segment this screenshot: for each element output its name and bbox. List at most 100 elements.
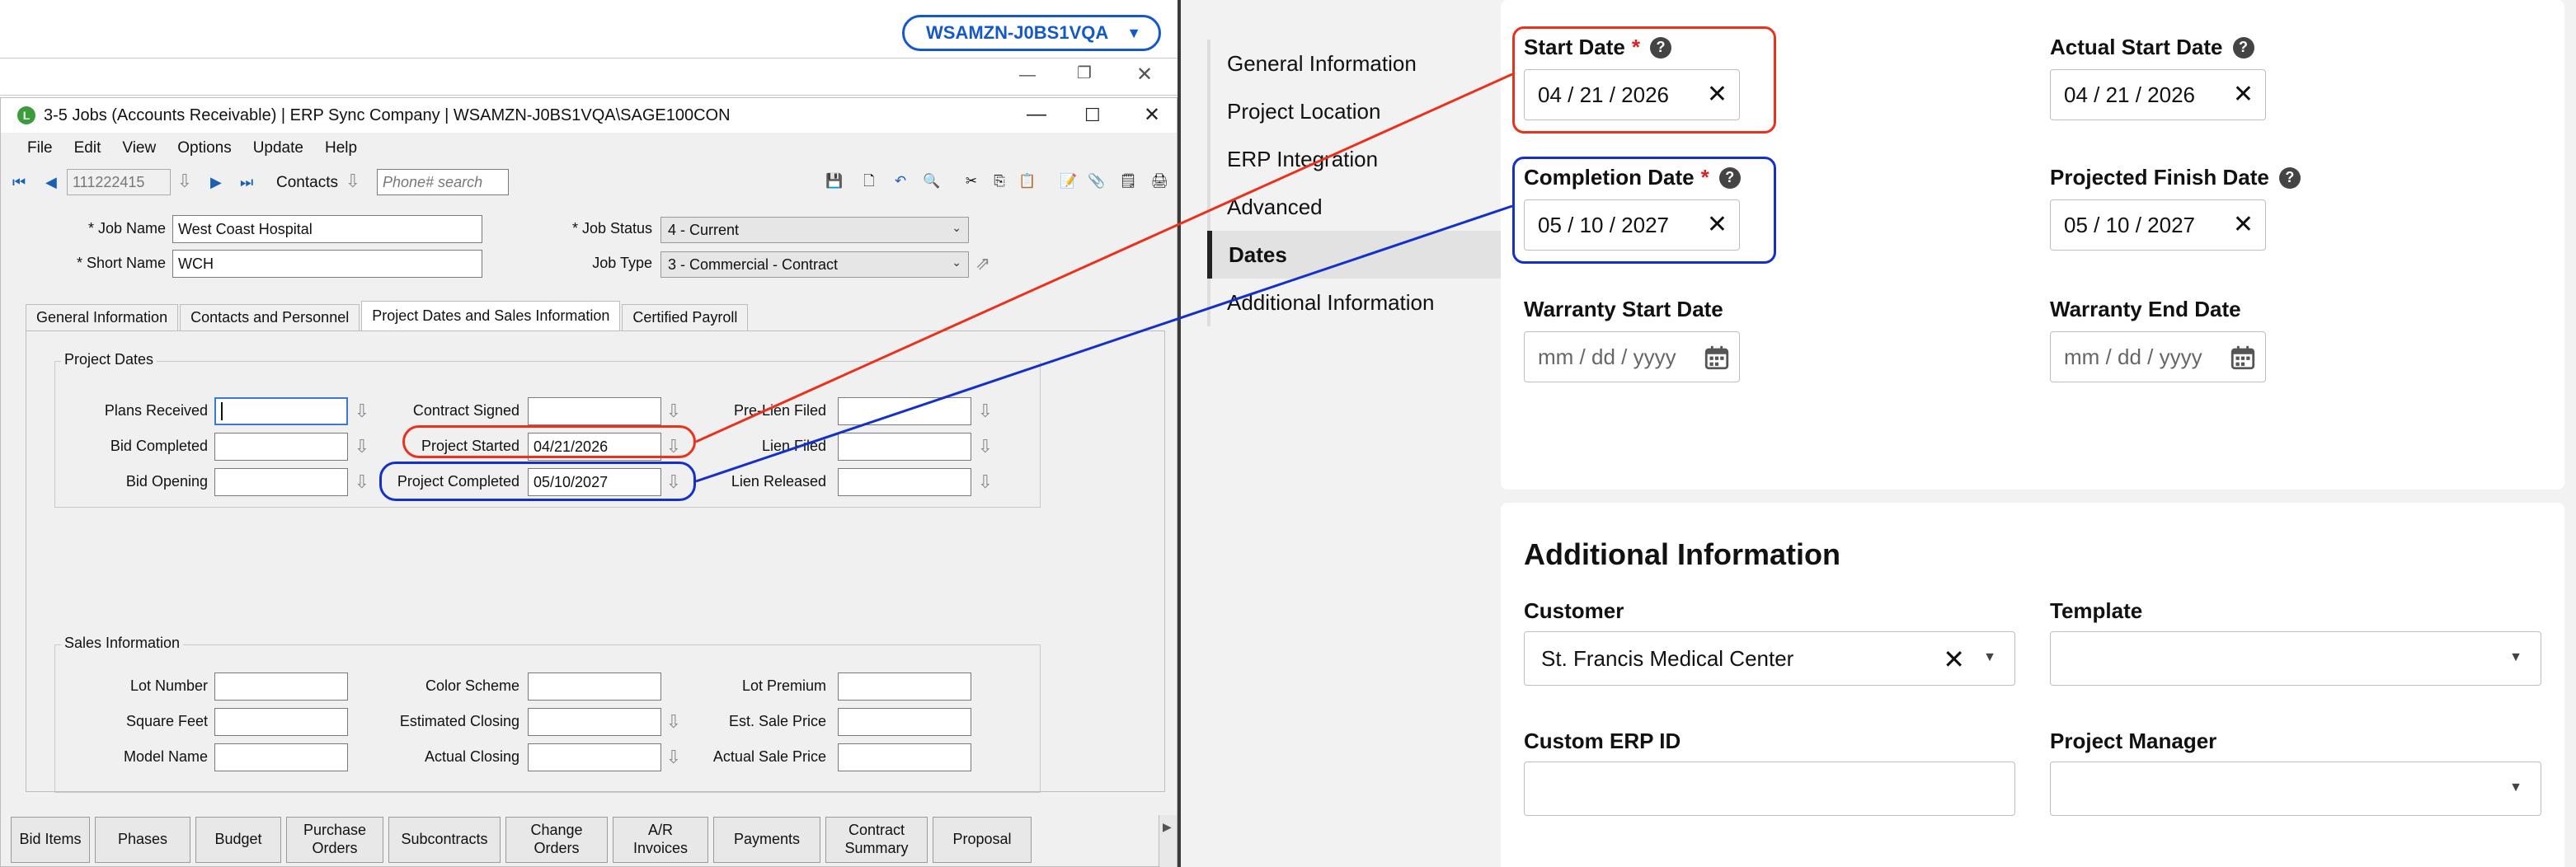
maximize-icon[interactable]: ☐: [1084, 105, 1101, 126]
menu-update[interactable]: Update: [253, 139, 303, 157]
scrollbar[interactable]: ▶: [1159, 815, 1177, 867]
menu-help[interactable]: Help: [325, 139, 357, 157]
calendar-icon[interactable]: [2229, 344, 2257, 372]
actual-sale-price-input[interactable]: [838, 743, 971, 771]
clear-icon[interactable]: ✕: [2233, 210, 2254, 239]
job-status-select[interactable]: 4 - Current ⌄: [660, 217, 969, 243]
tab-general-information[interactable]: General Information: [26, 304, 179, 330]
bid-completed-arrow-icon[interactable]: ⇩: [351, 434, 373, 459]
calendar-icon[interactable]: [1703, 344, 1731, 372]
print-icon[interactable]: 🖨: [1150, 172, 1168, 190]
plans-received-input[interactable]: [214, 397, 348, 425]
help-icon[interactable]: ?: [2278, 166, 2301, 189]
pre-lien-filed-input[interactable]: [838, 397, 971, 425]
customer-select[interactable]: St. Francis Medical Center ✕ ▼: [1524, 631, 2015, 686]
restore-icon[interactable]: ❐: [1077, 65, 1092, 82]
estimated-closing-input[interactable]: [528, 708, 661, 736]
scroll-right-icon[interactable]: ▶: [1163, 820, 1172, 834]
undo-icon[interactable]: ↶: [891, 172, 910, 190]
bid-opening-input[interactable]: [214, 468, 348, 496]
new-icon[interactable]: 🗋: [860, 172, 878, 190]
workspace-selector[interactable]: WSAMZN-J0BS1VQA ▼: [902, 15, 1161, 51]
projected-finish-input[interactable]: 05 / 10 / 2027 ✕: [2050, 199, 2266, 251]
bid-opening-arrow-icon[interactable]: ⇩: [351, 470, 373, 494]
menu-options[interactable]: Options: [177, 139, 231, 157]
job-type-select[interactable]: 3 - Commercial - Contract ⌄: [660, 251, 969, 278]
find-icon[interactable]: 🔍: [923, 172, 941, 190]
nav-general-information[interactable]: General Information: [1207, 40, 1521, 87]
lien-filed-input[interactable]: [838, 433, 971, 461]
bottom-button-a-r-invoices[interactable]: A/R Invoices: [613, 817, 708, 863]
tab-contacts-personnel[interactable]: Contacts and Personnel: [180, 304, 360, 330]
lien-released-input[interactable]: [838, 468, 971, 496]
actual-closing-arrow-icon[interactable]: ⇩: [663, 745, 684, 770]
lookup-arrow-icon[interactable]: ⇩: [174, 169, 195, 194]
lien-filed-arrow-icon[interactable]: ⇩: [975, 434, 996, 459]
menu-file[interactable]: File: [27, 139, 53, 157]
nav-additional-information[interactable]: Additional Information: [1207, 279, 1521, 326]
job-name-input[interactable]: West Coast Hospital: [172, 215, 482, 243]
clear-icon[interactable]: ✕: [2233, 80, 2254, 109]
bottom-button-budget[interactable]: Budget: [195, 817, 281, 863]
sticky-icon[interactable]: 🗒: [1119, 172, 1137, 190]
menu-view[interactable]: View: [122, 139, 156, 157]
nav-project-location[interactable]: Project Location: [1207, 87, 1521, 135]
tab-project-dates-sales[interactable]: Project Dates and Sales Information: [361, 301, 621, 330]
label-text: Warranty End Date: [2050, 297, 2241, 321]
job-type-lookup-icon[interactable]: ⇗: [972, 251, 994, 276]
template-select[interactable]: ▼: [2050, 631, 2541, 686]
model-name-input[interactable]: [214, 743, 348, 771]
estimated-closing-arrow-icon[interactable]: ⇩: [663, 710, 684, 734]
nav-dates[interactable]: Dates: [1207, 231, 1521, 279]
warranty-end-input[interactable]: mm / dd / yyyy: [2050, 331, 2266, 382]
tab-certified-payroll[interactable]: Certified Payroll: [622, 304, 749, 330]
clear-icon[interactable]: ✕: [1943, 644, 1965, 675]
minimize-icon[interactable]: —: [1027, 103, 1046, 126]
actual-start-input[interactable]: 04 / 21 / 2026 ✕: [2050, 69, 2266, 120]
warranty-start-input[interactable]: mm / dd / yyyy: [1524, 331, 1740, 382]
bottom-button-proposal[interactable]: Proposal: [933, 817, 1032, 863]
plans-received-arrow-icon[interactable]: ⇩: [351, 399, 373, 424]
save-icon[interactable]: 💾: [825, 172, 844, 190]
contacts-arrow-icon[interactable]: ⇩: [342, 169, 364, 194]
lot-premium-input[interactable]: [838, 673, 971, 701]
nav-advanced[interactable]: Advanced: [1207, 183, 1521, 231]
project-manager-select[interactable]: ▼: [2050, 762, 2541, 816]
copy-icon[interactable]: ⎘: [990, 172, 1008, 190]
pre-lien-filed-arrow-icon[interactable]: ⇩: [975, 399, 996, 424]
bottom-button-phases[interactable]: Phases: [95, 817, 190, 863]
attach-icon[interactable]: 📎: [1088, 172, 1106, 190]
bid-completed-input[interactable]: [214, 433, 348, 461]
bottom-button-change-orders[interactable]: Change Orders: [505, 817, 608, 863]
paste-icon[interactable]: 📋: [1018, 172, 1037, 190]
close-icon[interactable]: ✕: [1136, 65, 1153, 85]
color-scheme-input[interactable]: [528, 673, 661, 701]
prev-record-icon[interactable]: ◀: [45, 174, 57, 191]
last-record-icon[interactable]: ⏭: [240, 174, 253, 191]
bottom-button-subcontracts[interactable]: Subcontracts: [388, 817, 501, 863]
help-icon[interactable]: ?: [2232, 36, 2254, 59]
actual-closing-input[interactable]: [528, 743, 661, 771]
phone-search-input[interactable]: Phone# search: [377, 169, 509, 195]
contract-signed-arrow-icon[interactable]: ⇩: [663, 399, 684, 424]
bottom-button-purchase-orders[interactable]: Purchase Orders: [286, 817, 383, 863]
cut-icon[interactable]: ✂: [962, 172, 980, 190]
est-sale-price-input[interactable]: [838, 708, 971, 736]
next-record-icon[interactable]: ▶: [210, 174, 222, 191]
bottom-button-bid-items[interactable]: Bid Items: [11, 817, 90, 863]
close-icon[interactable]: ✕: [1144, 103, 1160, 127]
lot-number-input[interactable]: [214, 673, 348, 701]
record-number-field[interactable]: 111222415: [67, 169, 171, 195]
contract-signed-input[interactable]: [528, 397, 661, 425]
short-name-input[interactable]: WCH: [172, 250, 482, 278]
square-feet-input[interactable]: [214, 708, 348, 736]
menu-edit[interactable]: Edit: [74, 139, 101, 157]
first-record-icon[interactable]: ⏮: [12, 174, 26, 191]
bottom-button-payments[interactable]: Payments: [713, 817, 820, 863]
nav-erp-integration[interactable]: ERP Integration: [1207, 135, 1521, 183]
custom-erp-input[interactable]: [1524, 762, 2015, 816]
bottom-button-contract-summary[interactable]: Contract Summary: [825, 817, 928, 863]
minimize-icon[interactable]: —: [1019, 67, 1036, 83]
notes-icon[interactable]: 📝: [1060, 172, 1078, 190]
lien-released-arrow-icon[interactable]: ⇩: [975, 470, 996, 494]
